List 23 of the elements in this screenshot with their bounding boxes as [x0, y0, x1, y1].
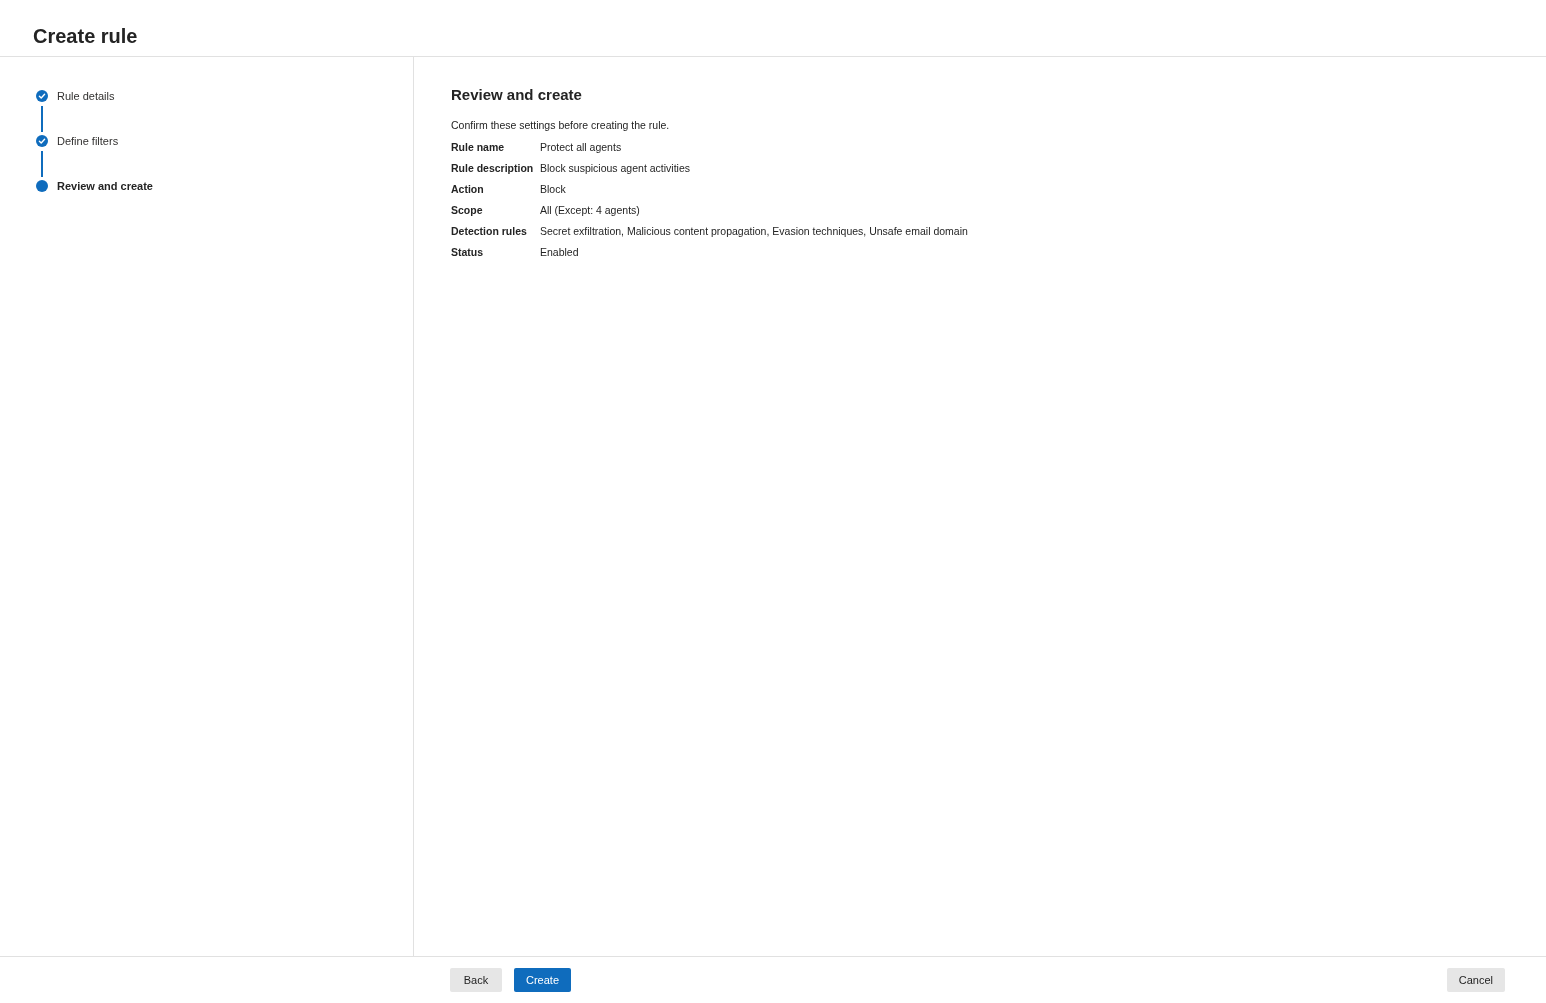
section-description: Confirm these settings before creating the rule. [451, 118, 670, 132]
field-value: Protect all agents [540, 140, 622, 154]
page-title: Create rule [33, 24, 138, 48]
field-label: Status [451, 245, 484, 259]
secondary-button[interactable]: Cancel [1446, 968, 1505, 992]
step-connector [41, 106, 43, 132]
step-label[interactable]: Review and create [57, 179, 153, 193]
field-value: Secret exfiltration, Malicious content propagation, Evasion techniques, Unsafe email domain [540, 224, 968, 238]
field-label: Detection rules [451, 224, 527, 238]
field-value: Block suspicious agent activities [540, 161, 690, 175]
field-value: All (Except: 4 agents) [540, 203, 640, 217]
field-label: Action [451, 182, 484, 196]
field-value: Block [540, 182, 566, 196]
secondary-button[interactable]: Back [450, 968, 502, 992]
field-label: Rule name [451, 140, 505, 154]
section-heading: Review and create [451, 85, 582, 105]
field-label: Scope [451, 203, 483, 217]
field-label: Rule description [451, 161, 534, 175]
step-label[interactable]: Rule details [57, 89, 115, 103]
create-button[interactable]: Create [514, 968, 572, 992]
step-label[interactable]: Define filters [57, 134, 119, 148]
field-value: Enabled [540, 245, 579, 259]
step-connector [41, 151, 43, 177]
